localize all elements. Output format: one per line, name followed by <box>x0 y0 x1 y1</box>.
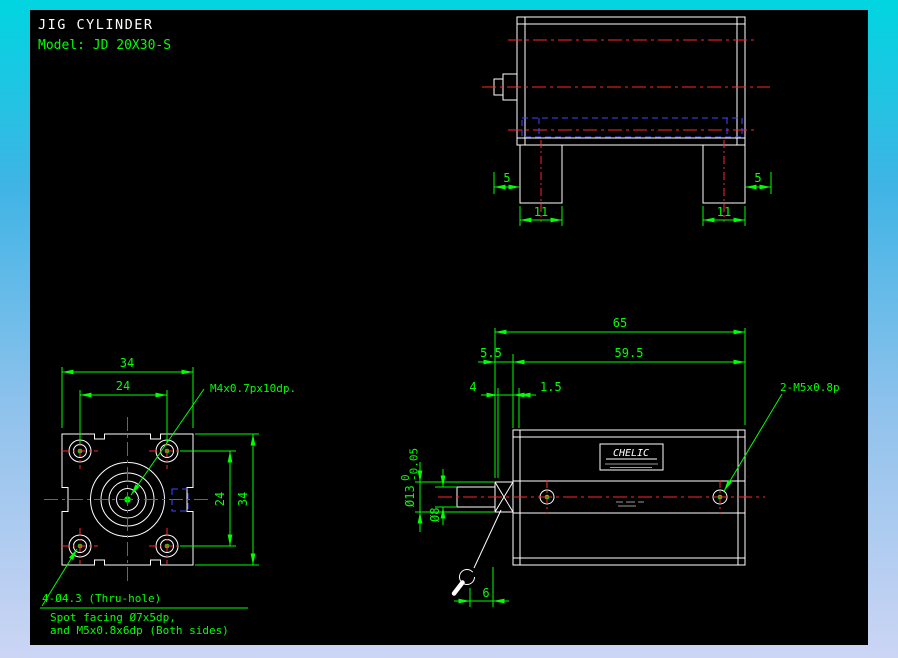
brand-plate: CHELIC <box>599 443 664 471</box>
dim-height-34: 34 <box>236 492 250 506</box>
hidden-bore <box>521 117 743 138</box>
note-side-thread: 2-M5x0.8p <box>780 381 840 394</box>
dim-step-4: 4 <box>469 380 476 394</box>
side-elevation-view: 5 5 11 11 <box>482 16 772 226</box>
wrench-icon <box>451 509 502 596</box>
tol-lower: -0.05 <box>408 448 421 481</box>
dim-width-34: 34 <box>120 356 134 370</box>
dim-gap-1-5: 1.5 <box>540 380 562 394</box>
dim-rod-dia: Ø8 <box>428 508 442 522</box>
note-rod-thread: M4x0.7px10dp. <box>210 382 296 395</box>
dim-right-5: 5 <box>754 171 761 185</box>
note-spot-facing-1: Spot facing Ø7x5dp, <box>50 611 176 624</box>
dim-left-11: 11 <box>534 205 548 219</box>
section-view: CHELIC 65 5.5 59.5 4 1.5 2-M5x0.8p Ø13 0… <box>399 316 840 607</box>
cad-viewport[interactable]: JIG CYLINDER Model: JD 20X30-S 5 5 11 11… <box>30 10 868 645</box>
dim-wrench-flat-6: 6 <box>482 586 489 600</box>
dim-total-65: 65 <box>613 316 627 330</box>
brand-logo: CHELIC <box>613 448 649 459</box>
body-stamp <box>616 501 644 507</box>
dim-holes-24-vert: 24 <box>213 492 227 506</box>
front-view: 34 24 24 34 M4x0.7px10dp. 4-Ø4.3 (Thru-h… <box>40 356 296 637</box>
dim-holes-24: 24 <box>116 379 130 393</box>
model-number: Model: JD 20X30-S <box>38 38 171 53</box>
drawing-title: JIG CYLINDER <box>38 17 154 33</box>
dim-collar-dia: Ø13 0 -0.05 <box>399 448 421 507</box>
dim-right-11: 11 <box>717 205 731 219</box>
note-thru-hole: 4-Ø4.3 (Thru-hole) <box>42 592 161 605</box>
dim-collar-5-5: 5.5 <box>480 346 502 360</box>
cylinder-body-outline <box>516 16 746 146</box>
svg-text:Ø13: Ø13 <box>403 485 417 507</box>
dim-body-59-5: 59.5 <box>615 346 644 360</box>
dim-left-5: 5 <box>503 171 510 185</box>
note-spot-facing-2: and M5x0.8x6dp (Both sides) <box>50 624 229 637</box>
drawing: JIG CYLINDER Model: JD 20X30-S 5 5 11 11… <box>38 16 840 637</box>
corner-holes <box>68 439 179 558</box>
title-block: JIG CYLINDER Model: JD 20X30-S <box>38 17 171 53</box>
